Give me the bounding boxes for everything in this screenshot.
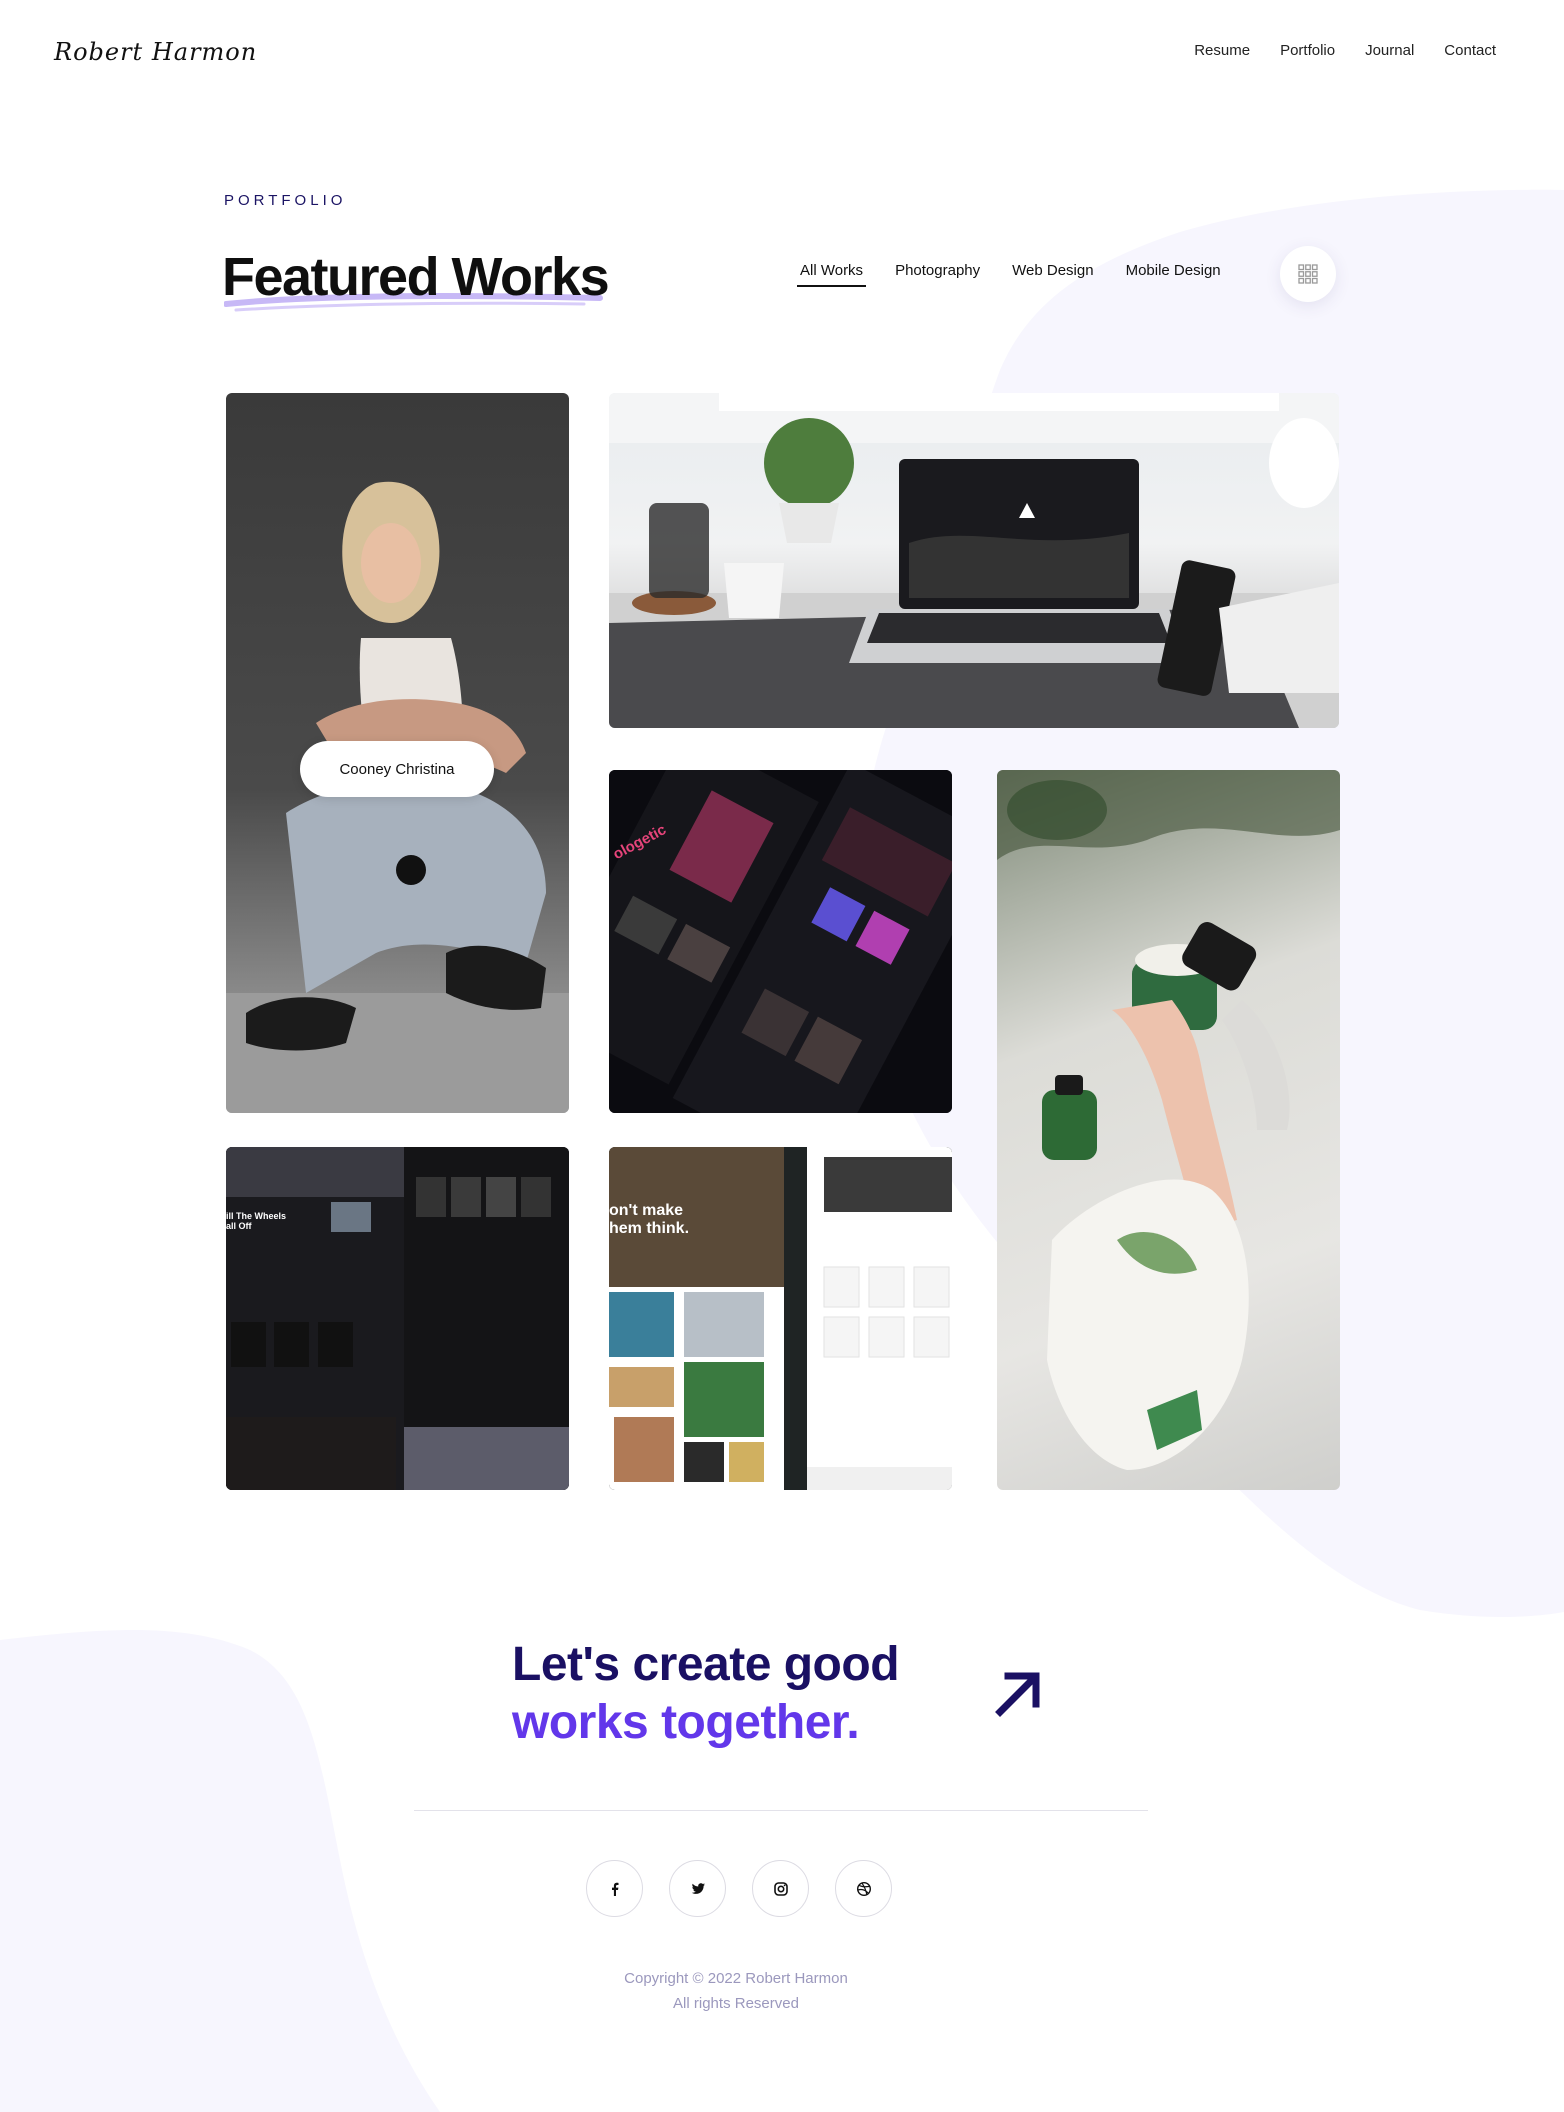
- instagram-button[interactable]: [752, 1860, 809, 1917]
- facebook-button[interactable]: [586, 1860, 643, 1917]
- filter-web-design[interactable]: Web Design: [1012, 262, 1093, 285]
- filter-all-works[interactable]: All Works: [796, 262, 867, 287]
- section-eyebrow: PORTFOLIO: [224, 192, 347, 209]
- cta-line-2: works together.: [512, 1696, 860, 1749]
- skincare-product-photo: [997, 770, 1340, 1470]
- page-title: Featured Works: [222, 247, 610, 307]
- site-logo[interactable]: Robert Harmon: [54, 38, 257, 66]
- footer-divider: [414, 1810, 1148, 1811]
- cta-heading: Let's create good works together.: [512, 1636, 900, 1752]
- footer-copyright: Copyright © 2022 Robert Harmon All right…: [0, 1966, 1472, 2016]
- music-website-mockup: ologetic: [609, 770, 952, 1113]
- grid-view-button[interactable]: [1280, 246, 1336, 302]
- portfolio-tile-collage-site[interactable]: on't make hem think.: [609, 1147, 952, 1490]
- collage-website-mockup: on't make hem think.: [609, 1147, 952, 1490]
- dribbble-icon: [856, 1881, 871, 1896]
- social-links: [586, 1860, 892, 1917]
- nav-portfolio[interactable]: Portfolio: [1280, 42, 1335, 59]
- svg-text:all Off: all Off: [226, 1221, 253, 1231]
- twitter-icon: [691, 1882, 705, 1894]
- portfolio-tile-music-site[interactable]: ologetic: [609, 770, 952, 1113]
- arrow-up-right-icon[interactable]: [994, 1668, 1044, 1718]
- portfolio-tile-laptop[interactable]: [609, 393, 1339, 728]
- nav-contact[interactable]: Contact: [1444, 42, 1496, 59]
- instagram-icon: [773, 1881, 788, 1896]
- tile-hover-label[interactable]: Cooney Christina: [300, 741, 494, 797]
- svg-text:ill The Wheels: ill The Wheels: [226, 1211, 286, 1221]
- main-nav: Resume Portfolio Journal Contact: [1194, 42, 1496, 59]
- nav-resume[interactable]: Resume: [1194, 42, 1250, 59]
- copyright-text: Copyright © 2022 Robert Harmon: [624, 1970, 848, 1987]
- portfolio-filters: All Works Photography Web Design Mobile …: [796, 262, 1221, 287]
- filter-photography[interactable]: Photography: [895, 262, 980, 285]
- dribbble-button[interactable]: [835, 1860, 892, 1917]
- portfolio-tile-skincare[interactable]: [997, 770, 1340, 1490]
- facebook-icon: [611, 1882, 618, 1896]
- rights-text: All rights Reserved: [673, 1995, 799, 2012]
- grid-icon: [1298, 264, 1318, 284]
- laptop-desk-photo: [609, 393, 1339, 728]
- band-website-mockup: ill The Wheels all Off: [226, 1147, 569, 1490]
- svg-text:on't make: on't make: [609, 1202, 683, 1219]
- nav-journal[interactable]: Journal: [1365, 42, 1414, 59]
- cta-line-1: Let's create good: [512, 1638, 900, 1691]
- twitter-button[interactable]: [669, 1860, 726, 1917]
- portfolio-tile-band-site[interactable]: ill The Wheels all Off: [226, 1147, 569, 1490]
- filter-mobile-design[interactable]: Mobile Design: [1126, 262, 1221, 285]
- svg-text:hem think.: hem think.: [609, 1220, 689, 1237]
